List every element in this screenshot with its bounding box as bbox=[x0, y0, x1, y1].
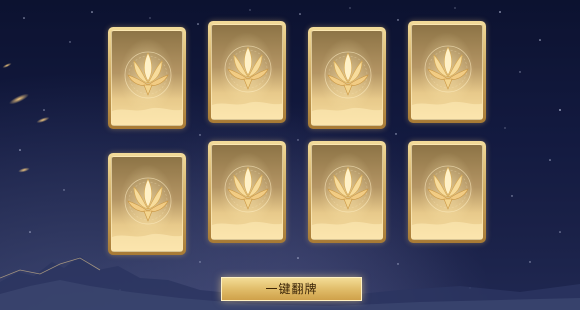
card-back[interactable] bbox=[408, 141, 486, 243]
card-back[interactable] bbox=[308, 141, 386, 243]
golden-lotus-emblem-icon bbox=[412, 45, 482, 119]
card-back-face bbox=[111, 156, 183, 252]
card-back[interactable] bbox=[208, 141, 286, 243]
golden-lotus-emblem-icon bbox=[312, 165, 382, 239]
card-back[interactable] bbox=[108, 27, 186, 129]
golden-lotus-emblem-icon bbox=[112, 177, 182, 251]
card-back-face bbox=[211, 24, 283, 120]
card-back-face bbox=[311, 30, 383, 126]
flip-all-button[interactable]: 一键翻牌 bbox=[221, 277, 362, 301]
card-back-face bbox=[411, 144, 483, 240]
card-back[interactable] bbox=[408, 21, 486, 123]
game-scene: 一键翻牌 bbox=[0, 0, 580, 310]
card-back-face bbox=[111, 30, 183, 126]
golden-lotus-emblem-icon bbox=[112, 51, 182, 125]
golden-lotus-emblem-icon bbox=[312, 51, 382, 125]
card-back-face bbox=[411, 24, 483, 120]
card-back[interactable] bbox=[108, 153, 186, 255]
golden-lotus-emblem-icon bbox=[212, 165, 282, 239]
card-back[interactable] bbox=[308, 27, 386, 129]
golden-lotus-emblem-icon bbox=[212, 45, 282, 119]
card-back[interactable] bbox=[208, 21, 286, 123]
card-back-face bbox=[311, 144, 383, 240]
card-back-face bbox=[211, 144, 283, 240]
golden-lotus-emblem-icon bbox=[412, 165, 482, 239]
